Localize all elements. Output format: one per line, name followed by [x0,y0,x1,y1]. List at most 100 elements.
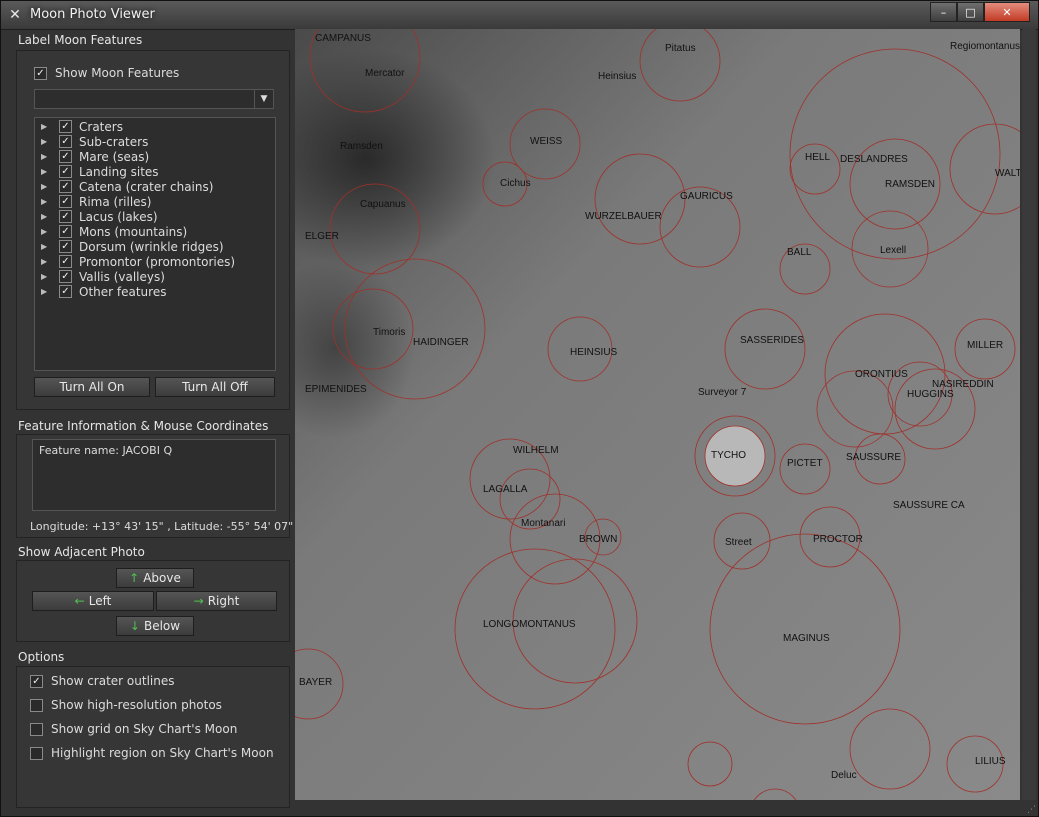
expand-arrow-icon[interactable]: ▶ [41,182,49,191]
tree-item-sub-craters[interactable]: ▶ ✓ Sub-craters [41,134,148,149]
map-label[interactable]: PROCTOR [813,534,863,545]
tree-item-landing-sites[interactable]: ▶ ✓ Landing sites [41,164,159,179]
expand-arrow-icon[interactable]: ▶ [41,137,49,146]
map-label[interactable]: HUGGINS [907,389,954,400]
tree-item-craters[interactable]: ▶ ✓ Craters [41,119,123,134]
expand-arrow-icon[interactable]: ▶ [41,242,49,251]
tree-item-mare[interactable]: ▶ ✓ Mare (seas) [41,149,149,164]
option-high-res[interactable]: Show high-resolution photos [30,698,222,712]
right-button[interactable]: → Right [156,591,277,611]
map-label[interactable]: Pitatus [665,43,696,54]
map-label[interactable]: BAYER [299,677,332,688]
map-label[interactable]: SAUSSURE [846,452,901,463]
map-label[interactable]: LAGALLA [483,484,528,495]
map-label[interactable]: SASSERIDES [740,335,804,346]
option-highlight-region[interactable]: Highlight region on Sky Chart's Moon [30,746,274,760]
expand-arrow-icon[interactable]: ▶ [41,257,49,266]
horizontal-scrollbar[interactable] [295,801,1022,813]
tree-item-dorsum[interactable]: ▶ ✓ Dorsum (wrinkle ridges) [41,239,224,254]
left-button[interactable]: ← Left [32,591,154,611]
tree-checkbox[interactable]: ✓ [59,240,72,253]
turn-all-off-button[interactable]: Turn All Off [155,377,275,397]
moon-photo-view[interactable]: CAMPANUS Mercator Heinsius Pitatus Regiomont… [295,29,1020,800]
map-label[interactable]: TYCHO [711,450,746,461]
tree-checkbox[interactable]: ✓ [59,180,72,193]
tree-item-rima[interactable]: ▶ ✓ Rima (rilles) [41,194,151,209]
feature-tree[interactable]: ▶ ✓ Craters ▶ ✓ Sub-craters ▶ ✓ Mare (seas) ▶ ✓… [34,117,276,371]
tree-item-catena[interactable]: ▶ ✓ Catena (crater chains) [41,179,213,194]
map-label[interactable]: DESLANDRES [840,154,908,165]
show-features-row[interactable]: ✓ Show Moon Features [34,66,179,80]
tree-item-vallis[interactable]: ▶ ✓ Vallis (valleys) [41,269,165,284]
tree-checkbox[interactable]: ✓ [59,195,72,208]
tree-item-lacus[interactable]: ▶ ✓ Lacus (lakes) [41,209,158,224]
expand-arrow-icon[interactable]: ▶ [41,167,49,176]
map-label[interactable]: RAMSDEN [885,179,935,190]
option-checkbox[interactable]: ✓ [30,674,43,688]
map-label[interactable]: Mercator [365,68,405,79]
map-label[interactable]: Cichus [500,178,531,189]
map-label[interactable]: WURZELBAUER [585,211,662,222]
map-label[interactable]: EPIMENIDES [305,384,367,395]
map-label[interactable]: ORONTIUS [855,369,908,380]
resize-grip-icon[interactable]: ⋰ [1027,805,1037,815]
map-label[interactable]: SAUSSURE CA [893,500,965,511]
moon-photo-canvas[interactable]: CAMPANUS Mercator Heinsius Pitatus Regiomont… [295,29,1020,800]
map-label[interactable]: Capuanus [360,199,406,210]
expand-arrow-icon[interactable]: ▶ [41,152,49,161]
tree-checkbox[interactable]: ✓ [59,165,72,178]
map-label[interactable]: HEINSIUS [570,347,618,358]
tree-checkbox[interactable]: ✓ [59,210,72,223]
map-label[interactable]: Montanari [521,518,565,529]
option-grid[interactable]: Show grid on Sky Chart's Moon [30,722,237,736]
show-features-checkbox[interactable]: ✓ [34,66,47,80]
option-crater-outlines[interactable]: ✓ Show crater outlines [30,674,174,688]
map-label[interactable]: PICTET [787,458,823,469]
map-label[interactable]: BALL [787,247,812,258]
feature-search-combo[interactable]: ▼ [34,89,274,109]
map-label[interactable]: WALTER [995,168,1020,179]
tree-item-other[interactable]: ▶ ✓ Other features [41,284,166,299]
tree-checkbox[interactable]: ✓ [59,285,72,298]
expand-arrow-icon[interactable]: ▶ [41,122,49,131]
option-checkbox[interactable] [30,722,43,736]
tree-item-mons[interactable]: ▶ ✓ Mons (mountains) [41,224,187,239]
expand-arrow-icon[interactable]: ▶ [41,272,49,281]
map-label[interactable]: MILLER [967,340,1003,351]
map-label[interactable]: ELGER [305,231,339,242]
map-label[interactable]: MAGINUS [783,633,830,644]
map-label[interactable]: Regiomontanus [950,41,1020,52]
option-checkbox[interactable] [30,746,43,760]
tree-checkbox[interactable]: ✓ [59,255,72,268]
tree-checkbox[interactable]: ✓ [59,225,72,238]
map-label[interactable]: Timoris [373,327,405,338]
expand-arrow-icon[interactable]: ▶ [41,197,49,206]
tree-checkbox[interactable]: ✓ [59,135,72,148]
map-label[interactable]: Lexell [880,245,906,256]
expand-arrow-icon[interactable]: ▶ [41,287,49,296]
close-button[interactable]: ✕ [984,2,1030,22]
above-button[interactable]: ↑ Above [116,568,194,588]
tree-checkbox[interactable]: ✓ [59,120,72,133]
below-button[interactable]: ↓ Below [116,616,194,636]
map-label[interactable]: Deluc [831,770,857,781]
map-label[interactable]: Surveyor 7 [698,387,747,398]
turn-all-on-button[interactable]: Turn All On [34,377,150,397]
title-bar[interactable]: ✕ Moon Photo Viewer – □ ✕ [1,1,1038,30]
map-label[interactable]: Heinsius [598,71,636,82]
expand-arrow-icon[interactable]: ▶ [41,212,49,221]
map-label[interactable]: GAURICUS [680,191,733,202]
map-label[interactable]: LILIUS [975,756,1006,767]
chevron-down-icon[interactable]: ▼ [254,90,273,108]
tree-item-promontor[interactable]: ▶ ✓ Promontor (promontories) [41,254,235,269]
maximize-button[interactable]: □ [957,2,984,22]
minimize-button[interactable]: – [930,2,957,22]
tree-checkbox[interactable]: ✓ [59,150,72,163]
expand-arrow-icon[interactable]: ▶ [41,227,49,236]
map-label[interactable]: CAMPANUS [315,33,371,44]
map-label[interactable]: BROWN [579,534,617,545]
tree-checkbox[interactable]: ✓ [59,270,72,283]
map-label[interactable]: WEISS [530,136,563,147]
map-label[interactable]: Ramsden [340,141,383,152]
map-label[interactable]: LONGOMONTANUS [483,619,576,630]
